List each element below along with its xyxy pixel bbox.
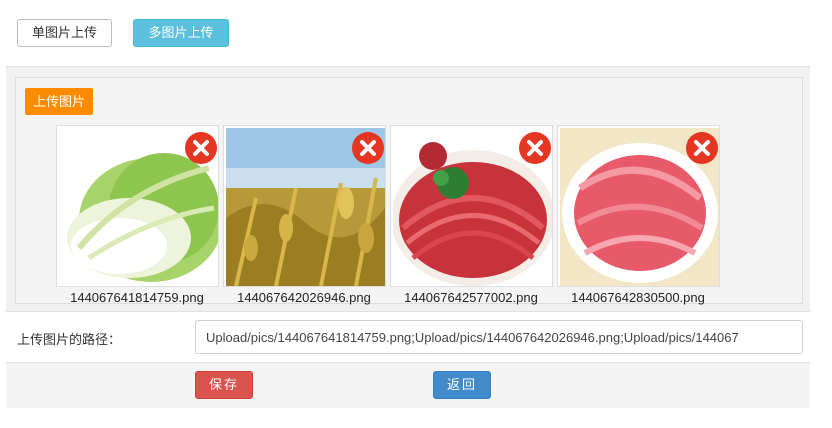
divider [6, 311, 810, 312]
delete-image-3-button[interactable] [519, 132, 551, 164]
upload-legend: 上传图片 [25, 88, 94, 115]
single-image-upload-button[interactable]: 单图片上传 [17, 19, 112, 47]
image-thumbnail-3 [390, 125, 553, 287]
image-2-filename: 144067642026946.png [237, 290, 371, 305]
close-icon [360, 140, 376, 156]
image-thumbnail-1 [56, 125, 219, 287]
multi-image-upload-button[interactable]: 多图片上传 [133, 19, 229, 47]
close-icon [527, 140, 543, 156]
delete-image-2-button[interactable] [352, 132, 384, 164]
close-icon [694, 140, 710, 156]
back-button[interactable]: 返回 [433, 371, 491, 399]
image-3-filename: 144067642577002.png [404, 290, 538, 305]
delete-image-1-button[interactable] [185, 132, 217, 164]
form-actions-band [6, 362, 810, 408]
close-icon [193, 140, 209, 156]
save-button[interactable]: 保存 [195, 371, 253, 399]
image-thumbnail-2 [223, 125, 386, 287]
image-path-label: 上传图片的路径： [17, 332, 122, 347]
delete-image-4-button[interactable] [686, 132, 718, 164]
image-4-filename: 144067642830500.png [571, 290, 705, 305]
image-1-filename: 144067641814759.png [70, 290, 204, 305]
image-thumbnail-4 [557, 125, 720, 287]
image-path-input[interactable] [195, 320, 803, 354]
